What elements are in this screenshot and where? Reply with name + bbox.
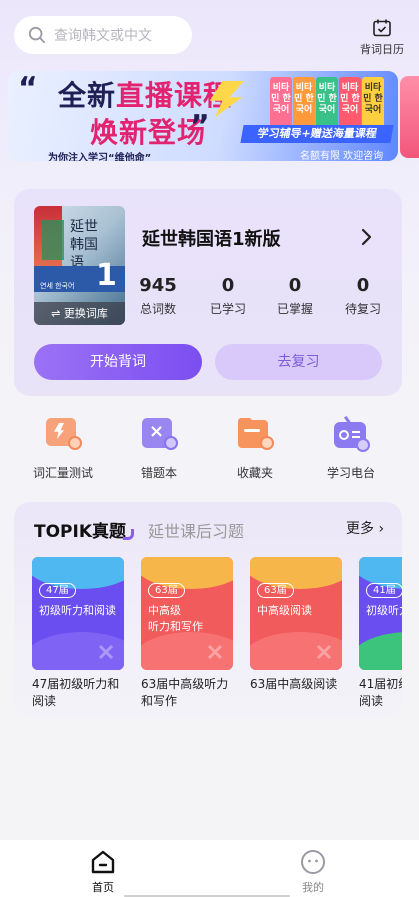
paper-badge: 63届 <box>148 583 185 598</box>
banner-strip-small: 名额有限 欢迎咨询 <box>300 151 384 161</box>
mistake-book-icon: × <box>140 416 178 452</box>
tool-label: 收藏夹 <box>236 466 273 480</box>
next-banner-peek[interactable] <box>400 76 419 158</box>
tab-topik-exams[interactable]: TOPIK真题 <box>34 517 135 542</box>
banner-headline-1: 全新直播课程 <box>58 74 232 114</box>
calendar-icon <box>373 19 391 37</box>
home-icon <box>91 850 115 874</box>
profile-face-icon <box>301 850 325 874</box>
nav-home-label: 首页 <box>92 881 114 894</box>
paper-label: 63届中高级听力和写作 <box>141 677 229 708</box>
change-wordbook-button[interactable]: ⇌ 更换词库 <box>34 302 125 325</box>
vocab-test-icon <box>44 416 82 452</box>
stat-mastered: 0 已掌握 <box>265 275 325 317</box>
stat-label: 已掌握 <box>276 302 313 316</box>
paper-cover: 63届 中高级阅读 <box>250 557 342 670</box>
tool-mistake-book[interactable]: × 错题本 <box>119 416 199 481</box>
paper-cover-title: 初级听力和阅读 <box>39 603 116 619</box>
change-wordbook-label: 更换词库 <box>63 307 108 320</box>
course-title[interactable]: 延世韩国语1新版 <box>142 225 281 251</box>
paper-cover-title-line: 中高级 <box>148 604 181 617</box>
search-placeholder: 查询韩文或中文 <box>54 28 152 44</box>
stat-value: 0 <box>356 275 370 296</box>
stat-value: 0 <box>221 275 235 296</box>
stat-to-review: 0 待复习 <box>333 275 393 317</box>
chevron-right-icon: › <box>378 521 385 537</box>
quote-close-icon: ” <box>190 109 210 144</box>
tab-yonsei-exercises[interactable]: 延世课后习题 <box>148 518 244 542</box>
paper-cover: 41届 初级听力 <box>359 557 402 670</box>
paper-badge: 41届 <box>366 583 402 598</box>
paper-badge: 63届 <box>257 583 294 598</box>
search-box[interactable]: 查询韩文或中文 <box>14 16 192 54</box>
radio-icon <box>332 415 370 452</box>
tools-icon <box>207 644 223 660</box>
nav-home[interactable]: 首页 <box>73 848 133 895</box>
calendar-label: 背词日历 <box>360 43 404 56</box>
paper-cover: 47届 初级听力和阅读 <box>32 557 124 670</box>
tool-label: 词汇量测试 <box>32 466 93 480</box>
stat-total-words: 945 总词数 <box>128 275 188 317</box>
top-bar: 查询韩文或中文 背词日历 <box>0 0 419 66</box>
tool-label: 学习电台 <box>326 466 375 480</box>
quote-open-icon: “ <box>18 71 38 106</box>
tools-icon <box>316 644 332 660</box>
start-memorize-button[interactable]: 开始背词 <box>34 344 202 380</box>
paper-cover-title-line: 初级听力和阅读 <box>39 604 116 617</box>
paper-badge: 47届 <box>39 583 76 598</box>
stat-value: 945 <box>139 275 177 296</box>
paper-card[interactable]: 63届 中高级听力和写作 63届中高级听力和写作 <box>141 557 233 710</box>
paper-cover-title: 中高级 听力和写作 <box>148 603 203 635</box>
word-calendar-button[interactable]: 背词日历 <box>360 18 404 57</box>
nav-mine[interactable]: 我的 <box>283 848 343 895</box>
banner-tagline: 为你注入学习“维他命” <box>48 153 152 161</box>
promo-banner[interactable]: “ 全新直播课程 焕新登场 ” 为你注入学习“维他命” 비타민 한국어 비타민 … <box>8 71 398 161</box>
paper-cover-title-line: 听力和写作 <box>148 620 203 633</box>
tool-vocab-test[interactable]: 词汇量测试 <box>23 416 103 481</box>
paper-label: 63届中高级阅读 <box>250 677 338 691</box>
banner-strip: 学习辅导+赠送海量课程 <box>240 125 394 143</box>
swap-icon: ⇌ <box>51 307 61 320</box>
chevron-right-icon[interactable] <box>354 225 378 249</box>
nav-mine-label: 我的 <box>302 881 324 894</box>
tool-favorites[interactable]: 收藏夹 <box>215 416 295 481</box>
banner-headline-1a: 全新 <box>58 79 117 112</box>
cover-subtitle: 연세 한국어 <box>40 282 75 290</box>
paper-cover: 63届 中高级听力和写作 <box>141 557 233 670</box>
paper-cover-title-line: 初级听力 <box>366 604 402 617</box>
course-card: 延世韩国语 1 연세 한국어 ⇌ 更换词库 延世韩国语1新版 945 总词数 0… <box>14 189 402 396</box>
tools-icon <box>98 644 114 660</box>
paper-cover-title: 初级听力 <box>366 603 402 619</box>
stat-label: 已学习 <box>209 302 246 316</box>
paper-label: 47届初级听力和阅读 <box>32 677 120 708</box>
stat-label: 总词数 <box>139 302 176 316</box>
more-label: 更多 <box>346 521 374 537</box>
stat-value: 0 <box>288 275 302 296</box>
book-cover[interactable]: 延世韩国语 1 연세 한국어 ⇌ 更换词库 <box>34 206 125 325</box>
paper-cover-title: 中高级阅读 <box>257 603 312 619</box>
cover-decor <box>359 632 402 670</box>
paper-cover-title-line: 中高级阅读 <box>257 604 312 617</box>
paper-card[interactable]: 63届 中高级阅读 63届中高级阅读 <box>250 557 342 693</box>
topik-section: TOPIK真题 延世课后习题 更多 › 47届 初级听力和阅读 47届初级听力和… <box>14 502 402 717</box>
paper-card[interactable]: 47届 初级听力和阅读 47届初级听力和阅读 <box>32 557 124 710</box>
stat-learned: 0 已学习 <box>198 275 258 317</box>
cover-decor <box>42 220 64 260</box>
stat-label: 待复习 <box>344 302 381 316</box>
go-review-button[interactable]: 去复习 <box>215 344 382 380</box>
paper-label: 41届初级听力和阅读 <box>359 677 402 708</box>
tool-radio[interactable]: 学习电台 <box>311 415 391 481</box>
bottom-nav <box>0 840 419 897</box>
more-button[interactable]: 更多 › <box>346 518 384 538</box>
paper-card[interactable]: 41届 初级听力 41届初级听力和阅读 <box>359 557 402 710</box>
favorites-folder-icon <box>236 416 274 452</box>
tool-label: 错题本 <box>140 466 177 480</box>
banner-headline-2: 焕新登场 <box>90 116 207 149</box>
cover-number: 1 <box>96 258 117 293</box>
search-icon <box>28 26 46 44</box>
